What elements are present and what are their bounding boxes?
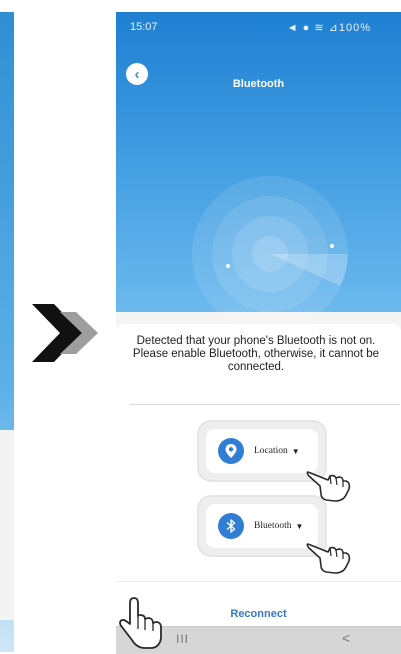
location-label: Location [254,446,288,456]
pointing-hand-icon [306,543,351,574]
location-pin-icon [218,438,244,464]
status-time: 15:07 [130,21,158,33]
previous-screen-edge [0,12,14,652]
pointing-hand-icon [119,597,162,649]
page-title: Bluetooth [232,78,285,90]
bluetooth-label: Bluetooth [254,521,292,531]
divider [116,581,401,582]
header-area: 15:07 ◄ ● ≋ ⊿100% ‹ Bluetooth [116,12,401,332]
nav-back-button[interactable]: < [342,630,350,646]
dialog-message: Detected that your phone's Bluetooth is … [132,335,380,373]
bluetooth-icon [218,513,244,539]
radar-scan-icon [192,176,348,332]
previous-screen-dialog-edge [0,430,14,620]
status-bar: 15:07 ◄ ● ≋ ⊿100% [116,12,401,42]
pointing-hand-icon [306,471,351,502]
caret-down-icon: ▼ [295,521,304,531]
status-indicators: ◄ ● ≋ ⊿100% [286,22,371,34]
divider [130,404,400,405]
double-chevron-right-icon [32,304,98,362]
caret-down-icon: ▼ [291,446,300,456]
recents-button[interactable]: III [176,632,189,646]
phone-screen: 15:07 ◄ ● ≋ ⊿100% ‹ Bluetooth Detected t… [116,12,401,654]
